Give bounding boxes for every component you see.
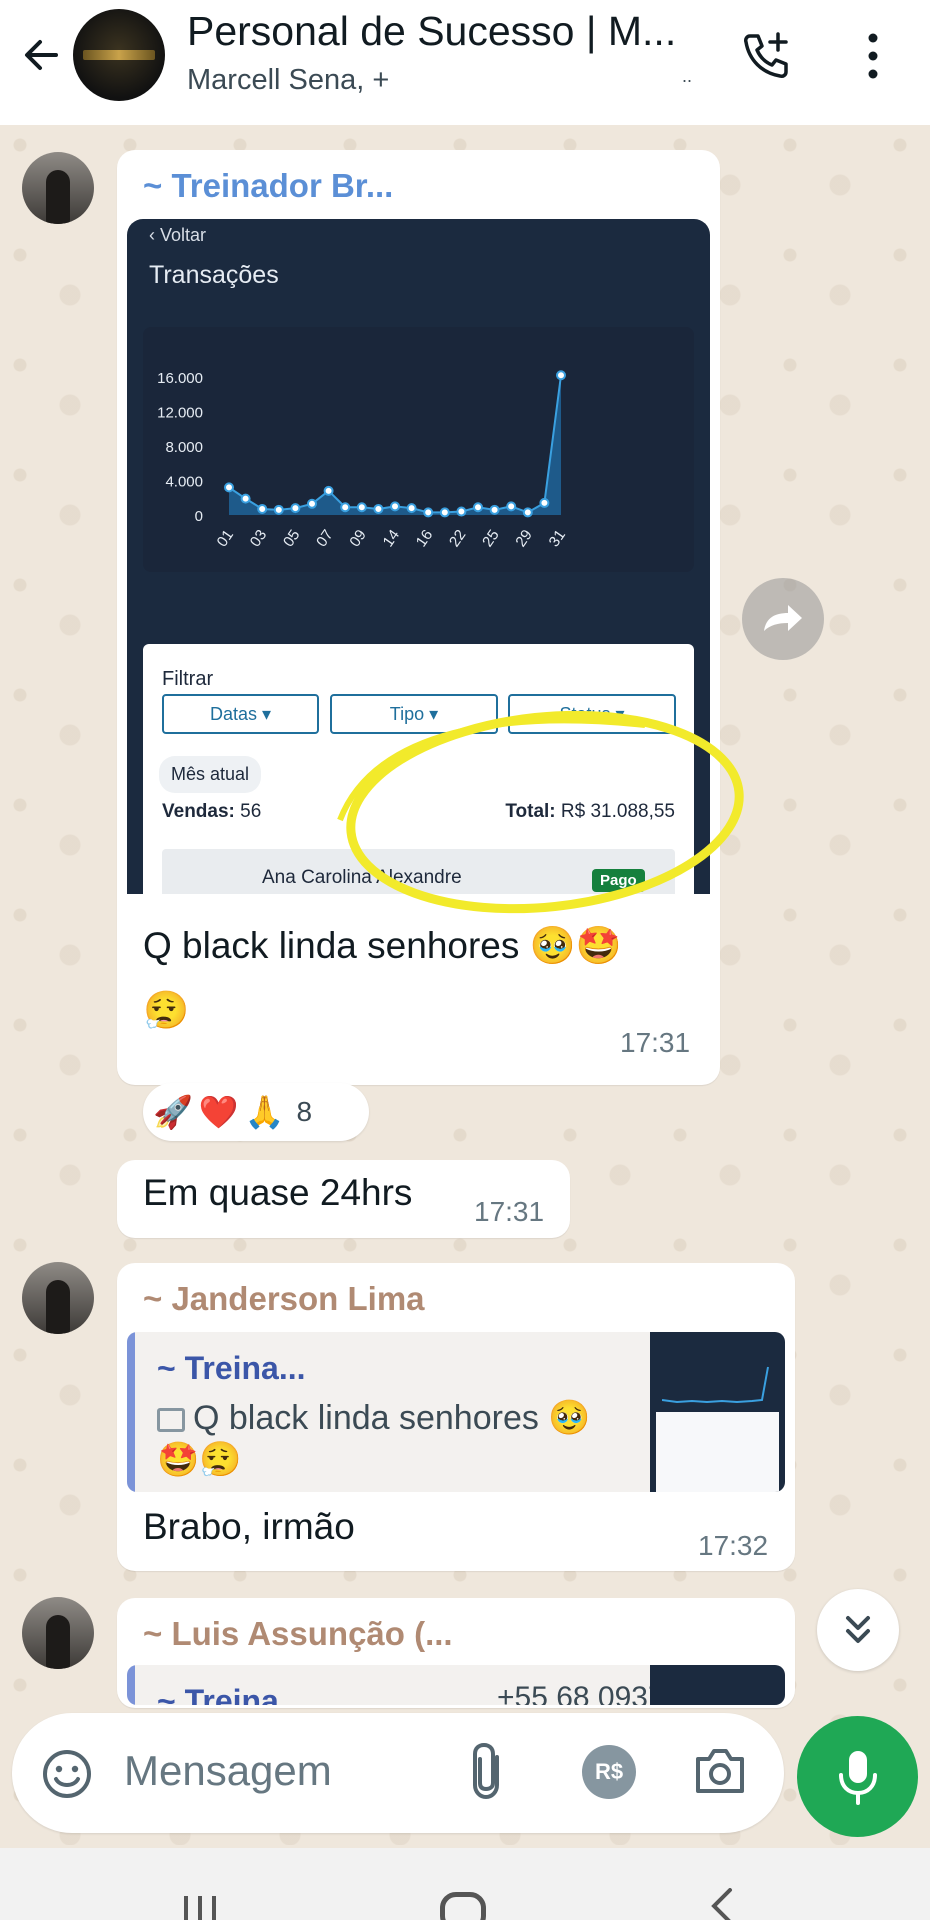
data-point [390, 501, 400, 512]
yellow-highlight-circle [337, 710, 744, 914]
data-point [373, 503, 384, 514]
back-arrow-icon[interactable] [18, 30, 68, 80]
x-tick-label: 07 [313, 527, 336, 550]
message-composer: Mensagem R$ [12, 1713, 784, 1833]
y-tick-label: 12.000 [157, 405, 203, 422]
reaction-heart: ❤️ [198, 1094, 239, 1130]
sales-count: Vendas: 56 [162, 801, 262, 822]
reaction-count: 8 [296, 1096, 313, 1127]
data-point [356, 502, 367, 513]
quoted-message[interactable]: ~ Treina... Q black linda senhores 🥹 🤩😮‍… [127, 1332, 785, 1492]
group-members[interactable]: Marcell Sena, + [187, 64, 389, 97]
group-avatar[interactable] [73, 9, 165, 101]
data-point [522, 507, 533, 518]
data-point [257, 503, 268, 514]
quoted-author: ~ Treina... [157, 1683, 306, 1705]
filter-title: Filtrar [162, 668, 214, 690]
message-text: Q black linda senhores 🥹🤩 [143, 925, 622, 966]
payment-button[interactable]: R$ [582, 1745, 636, 1799]
sender-name[interactable]: ~ Janderson Lima [143, 1280, 425, 1318]
forward-icon [764, 605, 802, 631]
message-time: 17:31 [474, 1196, 545, 1227]
quoted-author: ~ Treina... [157, 1350, 306, 1386]
message-reactions[interactable]: 🚀 ❤️ 🙏 8 [143, 1083, 369, 1141]
x-tick-label: 01 [214, 527, 237, 550]
quoted-text: Q black linda senhores 🥹 [157, 1398, 591, 1438]
reaction-pray: 🙏 [244, 1094, 285, 1130]
data-point [340, 502, 351, 513]
chat-header: Personal de Sucesso | M... Marcell Sena,… [0, 0, 930, 125]
data-point [273, 504, 284, 515]
y-tick-label: 4.000 [165, 474, 203, 491]
voice-message-button[interactable] [797, 1716, 918, 1837]
add-call-icon[interactable] [738, 28, 794, 84]
microphone-icon [838, 1750, 877, 1805]
home-icon[interactable] [440, 1892, 486, 1920]
x-tick-label: 25 [479, 527, 502, 550]
message-text: Em quase 24hrs [143, 1172, 413, 1213]
data-point [307, 498, 317, 509]
recents-icon[interactable] [180, 1894, 220, 1920]
emoji-icon[interactable] [40, 1747, 94, 1801]
message-text-line2: 😮‍💨 [143, 990, 190, 1031]
transactions-chart: 16.000 12.000 8.000 4.000 0 01 03 05 07 09 14 16 22 2… [143, 327, 694, 572]
period-chip: Mês atual [159, 756, 262, 793]
quoted-message[interactable]: ~ Treina... +55 68 0937 7763 [127, 1665, 785, 1705]
series-line [228, 375, 562, 514]
data-point [423, 507, 434, 518]
quoted-text-line2: 🤩😮‍💨 [157, 1441, 242, 1479]
y-tick-label: 16.000 [157, 370, 203, 387]
y-tick-label: 0 [195, 508, 203, 525]
data-point [323, 485, 334, 496]
y-tick-label: 8.000 [165, 439, 203, 456]
data-point [240, 493, 251, 504]
x-tick-label: 05 [280, 527, 303, 550]
sender-name[interactable]: ~ Luis Assunção (... [143, 1615, 453, 1653]
data-point [406, 503, 417, 514]
screenshot-title: Transações [149, 261, 279, 289]
sender-avatar[interactable] [22, 152, 94, 224]
system-navigation-bar [0, 1848, 930, 1920]
more-options-icon[interactable] [858, 28, 888, 84]
data-point [456, 506, 467, 517]
double-chevron-down-icon [846, 1616, 870, 1643]
data-point [439, 507, 450, 518]
x-tick-label: 22 [446, 527, 469, 550]
forward-button[interactable] [742, 578, 824, 660]
screenshot-back-label: ‹ Voltar [149, 225, 207, 245]
x-tick-label: 31 [546, 527, 569, 550]
scroll-to-bottom-button[interactable] [817, 1589, 899, 1671]
quoted-thumbnail [650, 1332, 785, 1492]
quoted-thumbnail [650, 1665, 785, 1705]
sender-avatar[interactable] [22, 1597, 94, 1669]
data-point [290, 503, 301, 514]
sender-avatar[interactable] [22, 1262, 94, 1334]
data-point [556, 370, 566, 381]
x-tick-label: 14 [380, 527, 403, 550]
filter-dates-button: Datas ▾ [162, 694, 319, 734]
data-point [539, 497, 550, 508]
x-tick-label: 03 [247, 527, 270, 550]
data-point [489, 504, 500, 515]
reaction-rocket: 🚀 [153, 1094, 193, 1130]
message-text: Brabo, irmão [143, 1506, 355, 1547]
message-time: 17:31 [620, 1027, 691, 1058]
sender-name[interactable]: ~ Treinador Br... [143, 167, 393, 205]
data-point [473, 502, 483, 513]
image-icon [157, 1408, 185, 1433]
data-point [506, 501, 517, 512]
group-members-overflow: .. [682, 66, 693, 86]
nav-back-icon[interactable] [706, 1888, 736, 1920]
data-point [224, 482, 234, 493]
x-tick-label: 09 [346, 527, 369, 550]
camera-icon[interactable] [692, 1745, 748, 1797]
series-area [229, 375, 561, 515]
x-tick-label: 16 [413, 527, 436, 550]
x-tick-label: 29 [512, 527, 535, 550]
message-input[interactable]: Mensagem [124, 1747, 332, 1795]
message-time: 17:32 [698, 1530, 769, 1561]
attach-icon[interactable] [464, 1739, 514, 1805]
group-title[interactable]: Personal de Sucesso | M... [187, 8, 707, 55]
